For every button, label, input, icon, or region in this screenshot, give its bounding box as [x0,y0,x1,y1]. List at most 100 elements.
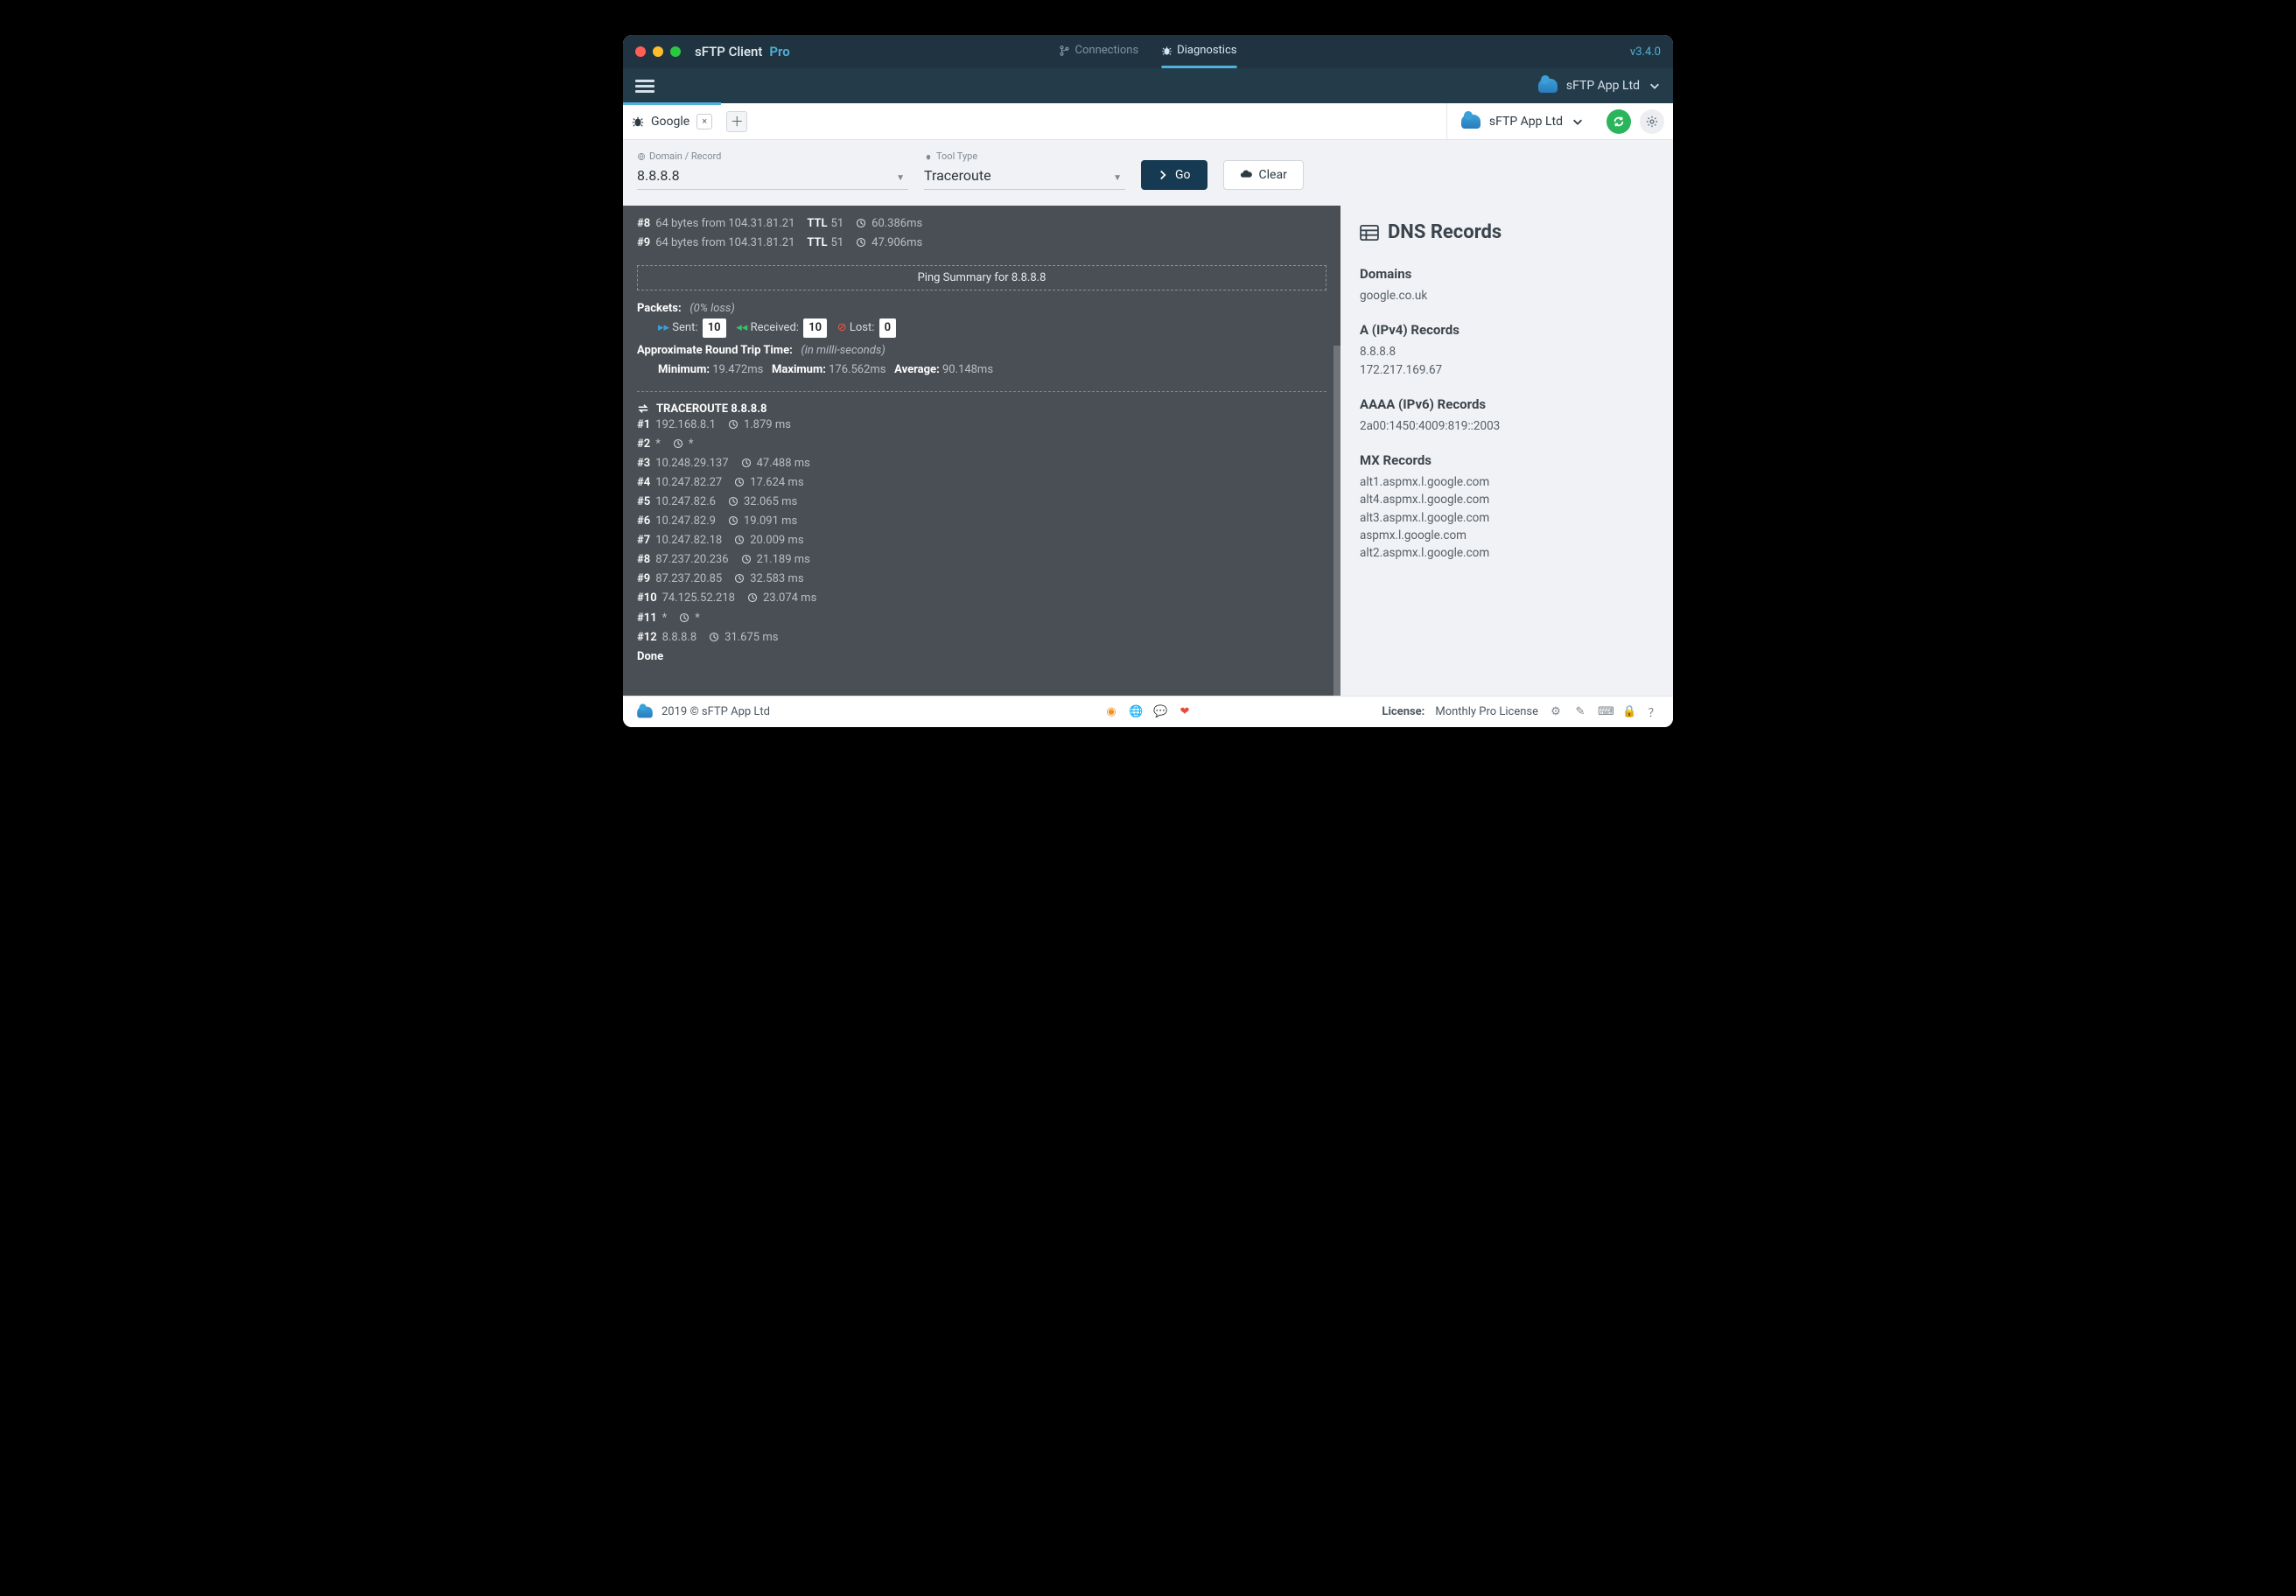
settings-button[interactable] [1640,109,1664,134]
top-tabs: Connections Diagnostics [1060,35,1237,68]
license-label: License: [1382,705,1424,718]
dns-section-title: AAAA (IPv6) Records [1360,396,1654,412]
ping-row: #964 bytes from 104.31.81.21TTL5147.906m… [637,234,1326,253]
domain-field-label: Domain / Record [637,150,908,162]
branch-icon [1060,46,1070,56]
cloud-icon [1461,115,1480,129]
hop-row: #610.247.82.919.091 ms [637,512,1326,531]
window-controls [635,46,681,57]
account-name: sFTP App Ltd [1566,79,1640,93]
received-count: 10 [803,318,827,338]
keyboard-icon[interactable]: ⌨ [1598,705,1612,718]
globe-icon [637,152,646,161]
main-split: #864 bytes from 104.31.81.21TTL5160.386m… [623,206,1673,696]
dns-record: alt2.aspmx.l.google.com [1360,544,1654,562]
help-icon[interactable]: ？ [1647,704,1661,720]
window-minimize[interactable] [653,46,663,57]
brush-icon[interactable]: ✎ [1573,705,1587,718]
terminal-output[interactable]: #864 bytes from 104.31.81.21TTL5160.386m… [623,206,1340,696]
app-window: sFTP Client Pro Connections Diagnostics … [623,35,1673,727]
hop-row: #510.247.82.632.065 ms [637,493,1326,512]
refresh-icon [1613,116,1625,128]
hop-row: #1192.168.8.11.879 ms [637,416,1326,435]
hop-row: #410.247.82.2717.624 ms [637,473,1326,493]
chevron-down-icon [1572,116,1584,128]
hop-row: #2** [637,435,1326,454]
traceroute-heading: TRACEROUTE 8.8.8.8 [637,402,1326,416]
hop-row: #11** [637,609,1326,628]
dns-record: 8.8.8.8 [1360,343,1654,360]
tabstrip: Google × ＋ sFTP App Ltd [623,103,1673,140]
transfer-icon [637,402,649,415]
hop-row: #710.247.82.1820.009 ms [637,531,1326,550]
dns-record: google.co.uk [1360,287,1654,304]
footer: 2019 © sFTP App Ltd ◉ 🌐 💬 ❤ License: Mon… [623,696,1673,727]
chevron-down-icon [1648,80,1661,92]
bug-icon [924,152,933,161]
gear-icon [1646,116,1658,128]
hop-row: #887.237.20.23621.189 ms [637,550,1326,570]
refresh-button[interactable] [1606,109,1631,134]
tool-type-select[interactable] [924,164,1125,190]
hop-row: #987.237.20.8532.583 ms [637,570,1326,589]
dns-section-title: Domains [1360,266,1654,282]
account-selector[interactable]: sFTP App Ltd [1446,103,1598,140]
records-icon [1360,225,1379,241]
dns-record: 172.217.169.67 [1360,361,1654,379]
dns-record: alt1.aspmx.l.google.com [1360,473,1654,491]
account-selector-top[interactable]: sFTP App Ltd [1538,79,1661,93]
lost-icon: ⊘ [837,321,847,334]
chat-icon[interactable]: 💬 [1153,705,1167,718]
tab-diagnostics[interactable]: Diagnostics [1161,35,1236,68]
ping-row: #864 bytes from 104.31.81.21TTL5160.386m… [637,214,1326,234]
gear-icon[interactable]: ⚙ [1549,705,1563,718]
hop-row: #128.8.8.831.675 ms [637,628,1326,648]
cloud-icon [1538,79,1558,93]
dns-record: alt3.aspmx.l.google.com [1360,509,1654,527]
received-icon: ◂◂ [736,321,747,334]
ping-summary-box: Ping Summary for 8.8.8.8 [637,265,1326,290]
globe-icon[interactable]: 🌐 [1129,705,1143,718]
window-zoom[interactable] [670,46,681,57]
dns-section-title: MX Records [1360,452,1654,468]
tab-add-button[interactable]: ＋ [726,111,747,132]
version-label: v3.4.0 [1630,46,1661,59]
sent-count: 10 [703,318,726,338]
cloud-icon [637,706,653,718]
tab-close-button[interactable]: × [696,114,712,130]
tab-connections[interactable]: Connections [1060,35,1139,68]
lifebuoy-icon[interactable]: ◉ [1104,705,1118,718]
clear-button[interactable]: Clear [1223,160,1304,190]
scrollbar[interactable] [1334,346,1340,696]
go-button[interactable]: Go [1141,160,1208,190]
app-title: sFTP Client [695,44,762,60]
window-close[interactable] [635,46,646,57]
query-row: Domain / Record ▼ Tool Type ▼ Go Clear [623,140,1673,206]
dns-section-title: A (IPv4) Records [1360,322,1654,338]
heart-icon[interactable]: ❤ [1178,705,1192,718]
app-edition: Pro [769,44,789,60]
cloud-clear-icon [1240,169,1252,181]
dns-record: 2a00:1450:4009:819::2003 [1360,417,1654,435]
sent-icon: ▸▸ [658,321,669,334]
hop-row: #1074.125.52.21823.074 ms [637,589,1326,608]
tab-connections-label: Connections [1075,44,1139,57]
secondbar: sFTP App Ltd [623,68,1673,103]
license-value: Monthly Pro License [1435,705,1538,718]
lock-icon[interactable]: 🔒 [1622,705,1636,718]
titlebar: sFTP Client Pro Connections Diagnostics … [623,35,1673,68]
dns-record: alt4.aspmx.l.google.com [1360,491,1654,508]
chevron-right-icon [1158,170,1168,180]
lost-count: 0 [879,318,896,338]
dns-panel: DNS Records Domains google.co.uk A (IPv4) … [1340,206,1673,696]
domain-input[interactable] [637,164,908,190]
page-tab-label: Google [651,115,690,129]
hop-row: #310.248.29.13747.488 ms [637,454,1326,473]
tool-field-label: Tool Type [924,150,1125,162]
dns-heading: DNS Records [1360,221,1654,243]
dns-record: aspmx.l.google.com [1360,527,1654,544]
tab-diagnostics-label: Diagnostics [1177,44,1236,57]
menu-button[interactable] [635,77,654,95]
account-selector-label: sFTP App Ltd [1489,115,1563,129]
page-tab-google[interactable]: Google × [623,103,721,139]
